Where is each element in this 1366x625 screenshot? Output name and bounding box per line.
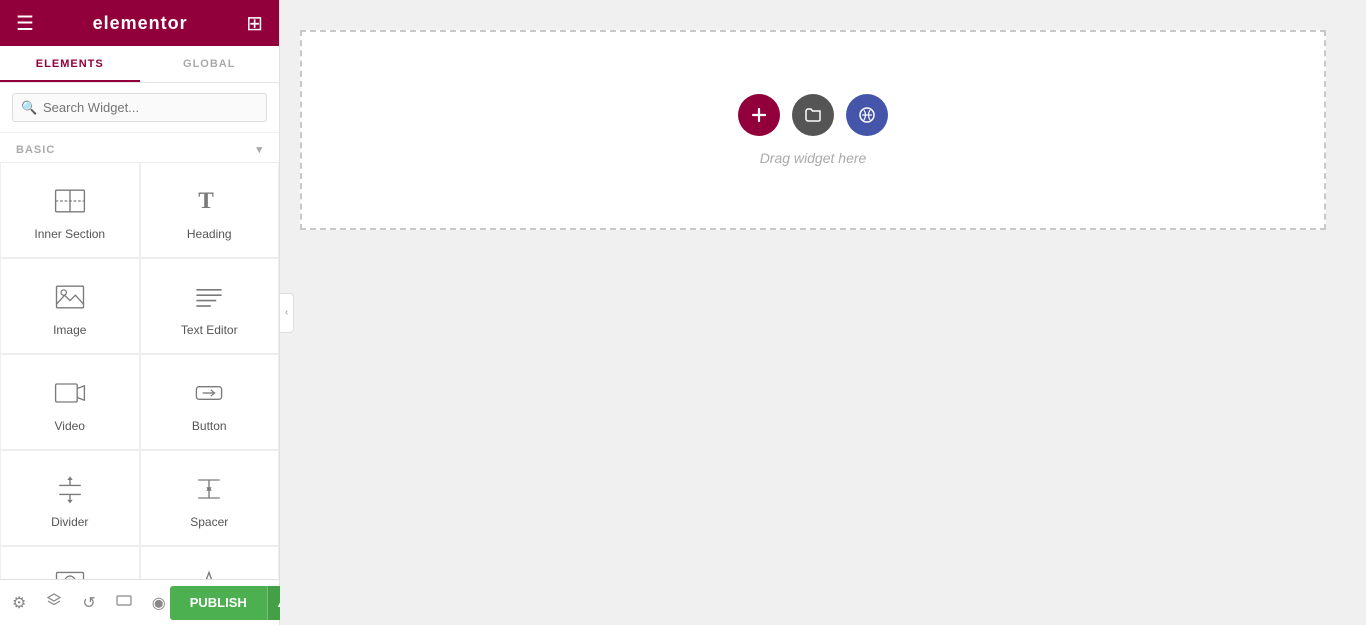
spacer-icon xyxy=(191,471,227,507)
svg-text:T: T xyxy=(198,188,214,214)
drop-buttons: 🖱 xyxy=(738,94,888,136)
widget-text-editor[interactable]: Text Editor xyxy=(140,258,280,354)
heading-icon: T xyxy=(191,183,227,219)
responsive-icon[interactable] xyxy=(112,588,136,617)
button-icon xyxy=(191,375,227,411)
canvas-section: 🖱 Drag widget here xyxy=(300,30,1326,230)
eye-icon[interactable]: ◉ xyxy=(148,589,170,617)
publish-group: PUBLISH ▲ xyxy=(170,586,295,620)
publish-button[interactable]: PUBLISH xyxy=(170,586,267,620)
widget-button[interactable]: Button xyxy=(140,354,280,450)
layers-icon[interactable] xyxy=(42,588,66,617)
widget-icon[interactable]: Icon xyxy=(140,546,280,579)
widget-heading[interactable]: T Heading xyxy=(140,162,280,258)
plus-icon xyxy=(750,106,768,124)
video-icon xyxy=(52,375,88,411)
basic-label: BASIC xyxy=(16,144,55,156)
tab-elements[interactable]: ELEMENTS xyxy=(0,46,140,82)
widget-image-label: Image xyxy=(53,323,86,337)
widget-video-label: Video xyxy=(55,419,85,433)
template-icon xyxy=(858,106,876,124)
image-icon xyxy=(52,279,88,315)
tab-global[interactable]: GLOBAL xyxy=(140,46,280,82)
tab-bar: ELEMENTS GLOBAL xyxy=(0,46,279,83)
widget-text-editor-label: Text Editor xyxy=(181,323,238,337)
search-wrapper: 🔍 xyxy=(12,93,267,122)
collapse-icon: ▾ xyxy=(256,143,263,156)
text-editor-icon xyxy=(191,279,227,315)
sidebar-bottom: ⚙ ↺ ◉ PUBLISH ▲ xyxy=(0,579,279,625)
sidebar-header: ☰ elementor ⊞ xyxy=(0,0,279,46)
bottom-icons: ⚙ ↺ ◉ xyxy=(8,588,170,617)
grid-icon[interactable]: ⊞ xyxy=(246,11,263,36)
inner-section-icon xyxy=(52,183,88,219)
icon-widget-icon xyxy=(191,567,227,579)
search-icon: 🔍 xyxy=(21,100,37,116)
widget-image[interactable]: Image xyxy=(0,258,140,354)
widget-heading-label: Heading xyxy=(187,227,232,241)
widget-button-label: Button xyxy=(192,419,227,433)
widget-inner-section-label: Inner Section xyxy=(34,227,105,241)
basic-section-header[interactable]: BASIC ▾ xyxy=(0,133,279,162)
template-button[interactable]: 🖱 xyxy=(846,94,888,136)
history-icon[interactable]: ↺ xyxy=(78,589,99,617)
settings-icon[interactable]: ⚙ xyxy=(8,589,30,617)
cursor-icon: 🖱 xyxy=(884,124,894,142)
widget-divider-label: Divider xyxy=(51,515,88,529)
folder-icon xyxy=(804,106,822,124)
widgets-grid: Inner Section T Heading Image xyxy=(0,162,279,579)
widget-google-maps[interactable]: Google Maps xyxy=(0,546,140,579)
divider-icon xyxy=(52,471,88,507)
widget-inner-section[interactable]: Inner Section xyxy=(0,162,140,258)
widget-spacer[interactable]: Spacer xyxy=(140,450,280,546)
add-section-button[interactable] xyxy=(738,94,780,136)
widget-divider[interactable]: Divider xyxy=(0,450,140,546)
sidebar: ☰ elementor ⊞ ELEMENTS GLOBAL 🔍 BASIC ▾ … xyxy=(0,0,280,625)
search-input[interactable] xyxy=(12,93,267,122)
drag-text: Drag widget here xyxy=(760,150,867,166)
google-maps-icon xyxy=(52,567,88,579)
folder-button[interactable] xyxy=(792,94,834,136)
collapse-handle[interactable]: ‹ xyxy=(280,293,294,333)
hamburger-icon[interactable]: ☰ xyxy=(16,11,34,36)
app-title: elementor xyxy=(93,13,188,34)
search-bar: 🔍 xyxy=(0,83,279,133)
widget-video[interactable]: Video xyxy=(0,354,140,450)
widget-spacer-label: Spacer xyxy=(190,515,228,529)
canvas-area: 🖱 Drag widget here xyxy=(280,0,1366,625)
